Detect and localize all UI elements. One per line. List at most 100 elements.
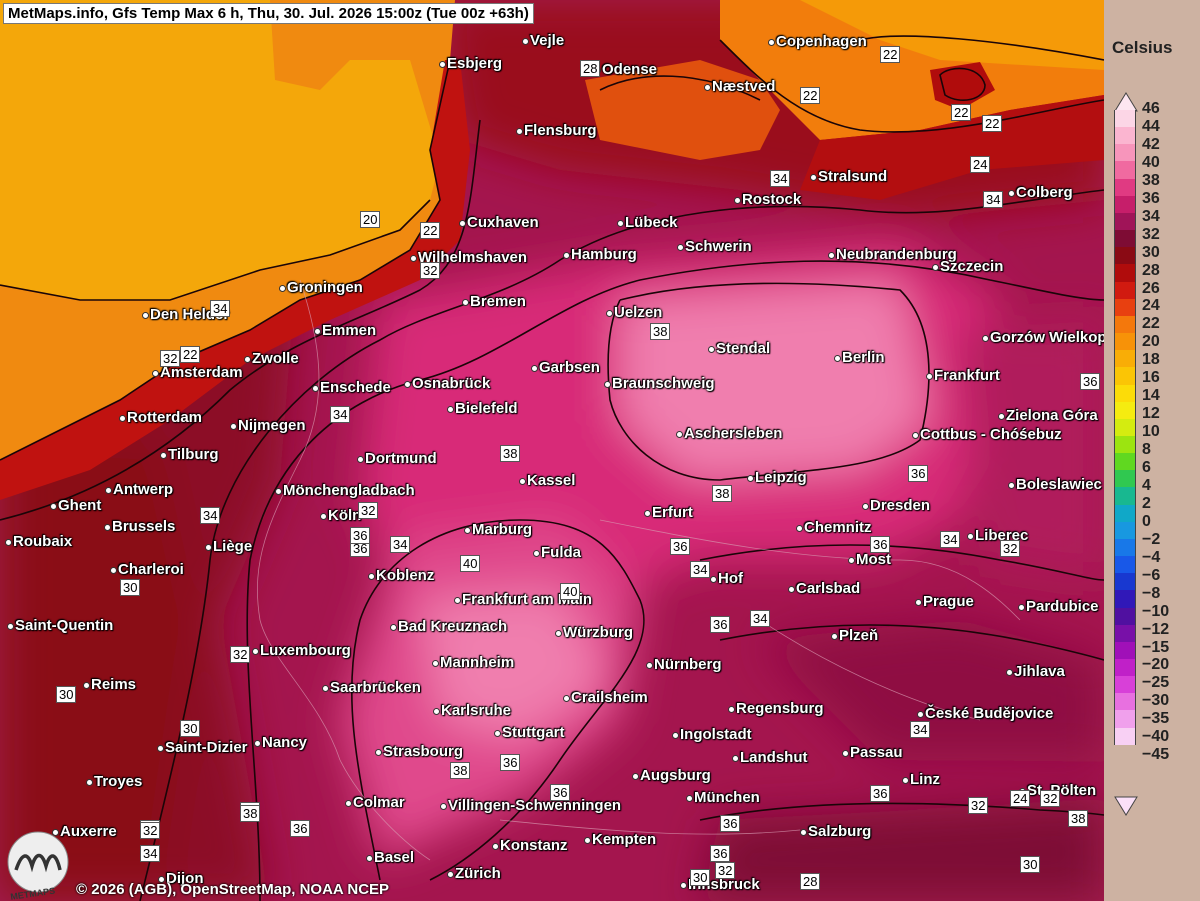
city-label[interactable]: St. Pölten [1027,782,1096,799]
city-label[interactable]: Most [856,551,891,568]
city-label[interactable]: Reims [91,676,136,693]
temperature-map[interactable]: MetMaps.info, Gfs Temp Max 6 h, Thu, 30.… [0,0,1141,901]
city-label[interactable]: Strasbourg [383,743,463,760]
city-label[interactable]: Erfurt [652,504,693,521]
city-label[interactable]: Brussels [112,518,175,535]
city-label[interactable]: Groningen [287,279,363,296]
city-label[interactable]: Ghent [58,497,101,514]
city-label[interactable]: Saarbrücken [330,679,421,696]
city-label[interactable]: Würzburg [563,624,633,641]
city-label[interactable]: Villingen-Schwenningen [448,797,621,814]
city-label[interactable]: Vejle [530,32,564,49]
city-label[interactable]: Odense [602,61,657,78]
city-label[interactable]: Zürich [455,865,501,882]
city-label[interactable]: Bad Kreuznach [398,618,507,635]
city-label[interactable]: Tilburg [168,446,219,463]
city-label[interactable]: Bremen [470,293,526,310]
isotherm-label: 36 [670,538,691,555]
city-label[interactable]: Rostock [742,191,801,208]
city-label[interactable]: Cottbus - Chóśebuz [920,426,1062,443]
city-label[interactable]: Colberg [1016,184,1073,201]
city-marker [462,299,469,306]
city-label[interactable]: Hamburg [571,246,637,263]
isotherm-label: 34 [750,610,771,627]
city-label[interactable]: Plzeň [839,627,878,644]
city-label[interactable]: Braunschweig [612,375,715,392]
city-label[interactable]: Chemnitz [804,519,872,536]
city-label[interactable]: Cuxhaven [467,214,539,231]
city-label[interactable]: Antwerp [113,481,173,498]
isotherm-label: 34 [770,170,791,187]
city-label[interactable]: Carlsbad [796,580,860,597]
city-label[interactable]: Boleslawiec [1016,476,1102,493]
city-label[interactable]: Köln [328,507,361,524]
city-label[interactable]: Leipzig [755,469,807,486]
city-label[interactable]: Basel [374,849,414,866]
city-label[interactable]: Passau [850,744,903,761]
city-label[interactable]: Hof [718,570,743,587]
city-label[interactable]: Bielefeld [455,400,518,417]
city-marker [494,730,501,737]
city-label[interactable]: Flensburg [524,122,597,139]
city-label[interactable]: Dortmund [365,450,437,467]
city-label[interactable]: Szczecin [940,258,1003,275]
city-label[interactable]: Rotterdam [127,409,202,426]
legend-swatch [1114,710,1136,728]
city-label[interactable]: Næstved [712,78,775,95]
city-label[interactable]: Roubaix [13,533,72,550]
legend-label: 38 [1142,171,1160,189]
city-label[interactable]: Mönchengladbach [283,482,415,499]
city-label[interactable]: Koblenz [376,567,434,584]
city-label[interactable]: Saint-Dizier [165,739,248,756]
city-label[interactable]: Saint-Quentin [15,617,113,634]
city-label[interactable]: Nijmegen [238,417,306,434]
city-label[interactable]: Fulda [541,544,581,561]
city-label[interactable]: Kassel [527,472,575,489]
city-label[interactable]: Augsburg [640,767,711,784]
city-label[interactable]: Karlsruhe [441,702,511,719]
city-label[interactable]: Lübeck [625,214,678,231]
city-label[interactable]: Zielona Góra [1006,407,1098,424]
city-label[interactable]: Copenhagen [776,33,867,50]
city-label[interactable]: Emmen [322,322,376,339]
city-label[interactable]: Colmar [353,794,405,811]
city-label[interactable]: Luxembourg [260,642,351,659]
city-label[interactable]: Uelzen [614,304,662,321]
city-label[interactable]: České Budějovice [925,705,1053,722]
city-label[interactable]: Nancy [262,734,307,751]
city-label[interactable]: Nürnberg [654,656,722,673]
city-label[interactable]: Regensburg [736,700,824,717]
city-label[interactable]: Osnabrück [412,375,490,392]
city-label[interactable]: München [694,789,760,806]
city-label[interactable]: Neubrandenburg [836,246,957,263]
city-label[interactable]: Zwolle [252,350,299,367]
city-marker [86,779,93,786]
city-label[interactable]: Dresden [870,497,930,514]
city-label[interactable]: Landshut [740,749,808,766]
city-label[interactable]: Schwerin [685,238,752,255]
city-label[interactable]: Mannheim [440,654,514,671]
city-label[interactable]: Konstanz [500,837,568,854]
city-label[interactable]: Troyes [94,773,142,790]
city-label[interactable]: Salzburg [808,823,871,840]
city-label[interactable]: Charleroi [118,561,184,578]
city-label[interactable]: Kempten [592,831,656,848]
city-label[interactable]: Aschersleben [684,425,782,442]
city-label[interactable]: Stendal [716,340,770,357]
city-label[interactable]: Berlin [842,349,885,366]
city-label[interactable]: Prague [923,593,974,610]
city-label[interactable]: Frankfurt [934,367,1000,384]
city-label[interactable]: Jihlava [1014,663,1065,680]
city-label[interactable]: Esbjerg [447,55,502,72]
city-label[interactable]: Stralsund [818,168,887,185]
city-label[interactable]: Pardubice [1026,598,1099,615]
city-label[interactable]: Marburg [472,521,532,538]
city-label[interactable]: Liège [213,538,252,555]
city-label[interactable]: Enschede [320,379,391,396]
city-label[interactable]: Stuttgart [502,724,565,741]
city-label[interactable]: Linz [910,771,940,788]
city-label[interactable]: Ingolstadt [680,726,752,743]
city-label[interactable]: Garbsen [539,359,600,376]
city-label[interactable]: Crailsheim [571,689,648,706]
isotherm-label: 34 [983,191,1004,208]
